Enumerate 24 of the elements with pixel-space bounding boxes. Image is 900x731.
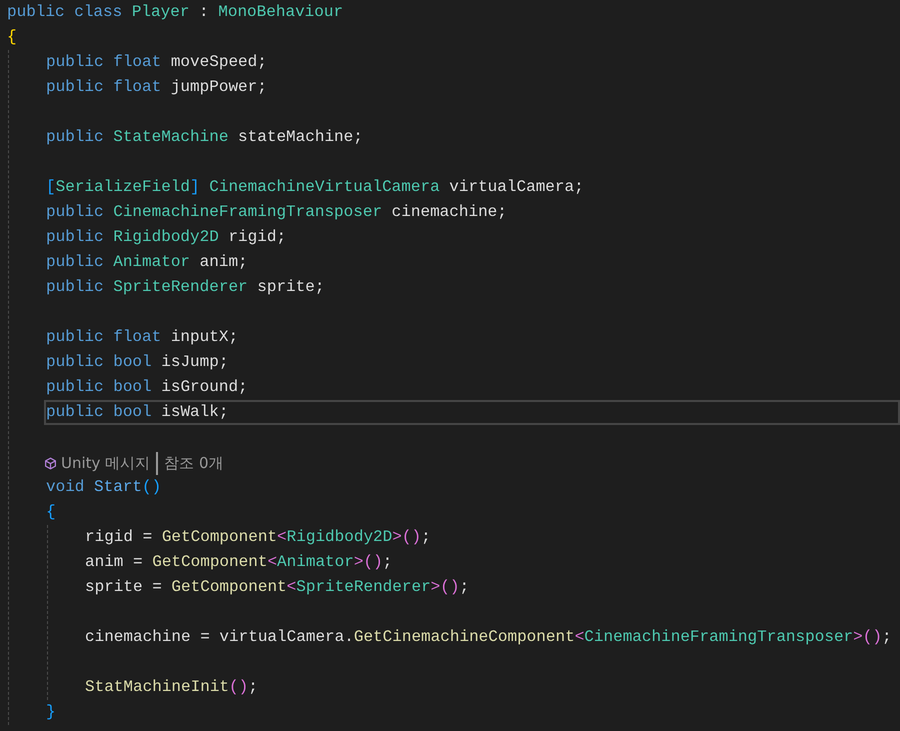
code-line: { — [6, 27, 18, 48]
code-line: public SpriteRenderer sprite; — [45, 277, 326, 298]
code-line: rigid = GetComponent<Rigidbody2D>(); — [84, 527, 432, 548]
codelens-link[interactable]: Unity 메시지 — [61, 452, 152, 475]
code-line: public float moveSpeed; — [45, 52, 268, 73]
code-line: StatMachineInit(); — [84, 677, 259, 698]
code-line: { — [45, 502, 57, 523]
code-line: public class Player : MonoBehaviour — [6, 2, 344, 23]
code-line: public Rigidbody2D rigid; — [45, 227, 288, 248]
cube-icon — [44, 457, 57, 470]
code-line: void Start() — [45, 477, 162, 498]
code-line: anim = GetComponent<Animator>(); — [84, 552, 394, 573]
code-line: public float jumpPower; — [45, 77, 268, 98]
code-line: } — [45, 702, 57, 723]
codelens-link[interactable]: 참조 0개 — [156, 452, 224, 475]
code-line: public bool isJump; — [45, 352, 230, 373]
code-line: public StateMachine stateMachine; — [45, 127, 364, 148]
code-line: public bool isGround; — [45, 377, 249, 398]
code-line: public Animator anim; — [45, 252, 249, 273]
code-line: sprite = GetComponent<SpriteRenderer>(); — [84, 577, 470, 598]
code-line: public float inputX; — [45, 327, 240, 348]
code-line: public CinemachineFramingTransposer cinemachine; — [45, 202, 508, 223]
code-line: cinemachine = virtualCamera.GetCinemachineComponent<CinemachineFramingTransposer>(); — [84, 627, 893, 648]
code-line: [SerializeField] CinemachineVirtualCamera virtualCamera; — [45, 177, 585, 198]
